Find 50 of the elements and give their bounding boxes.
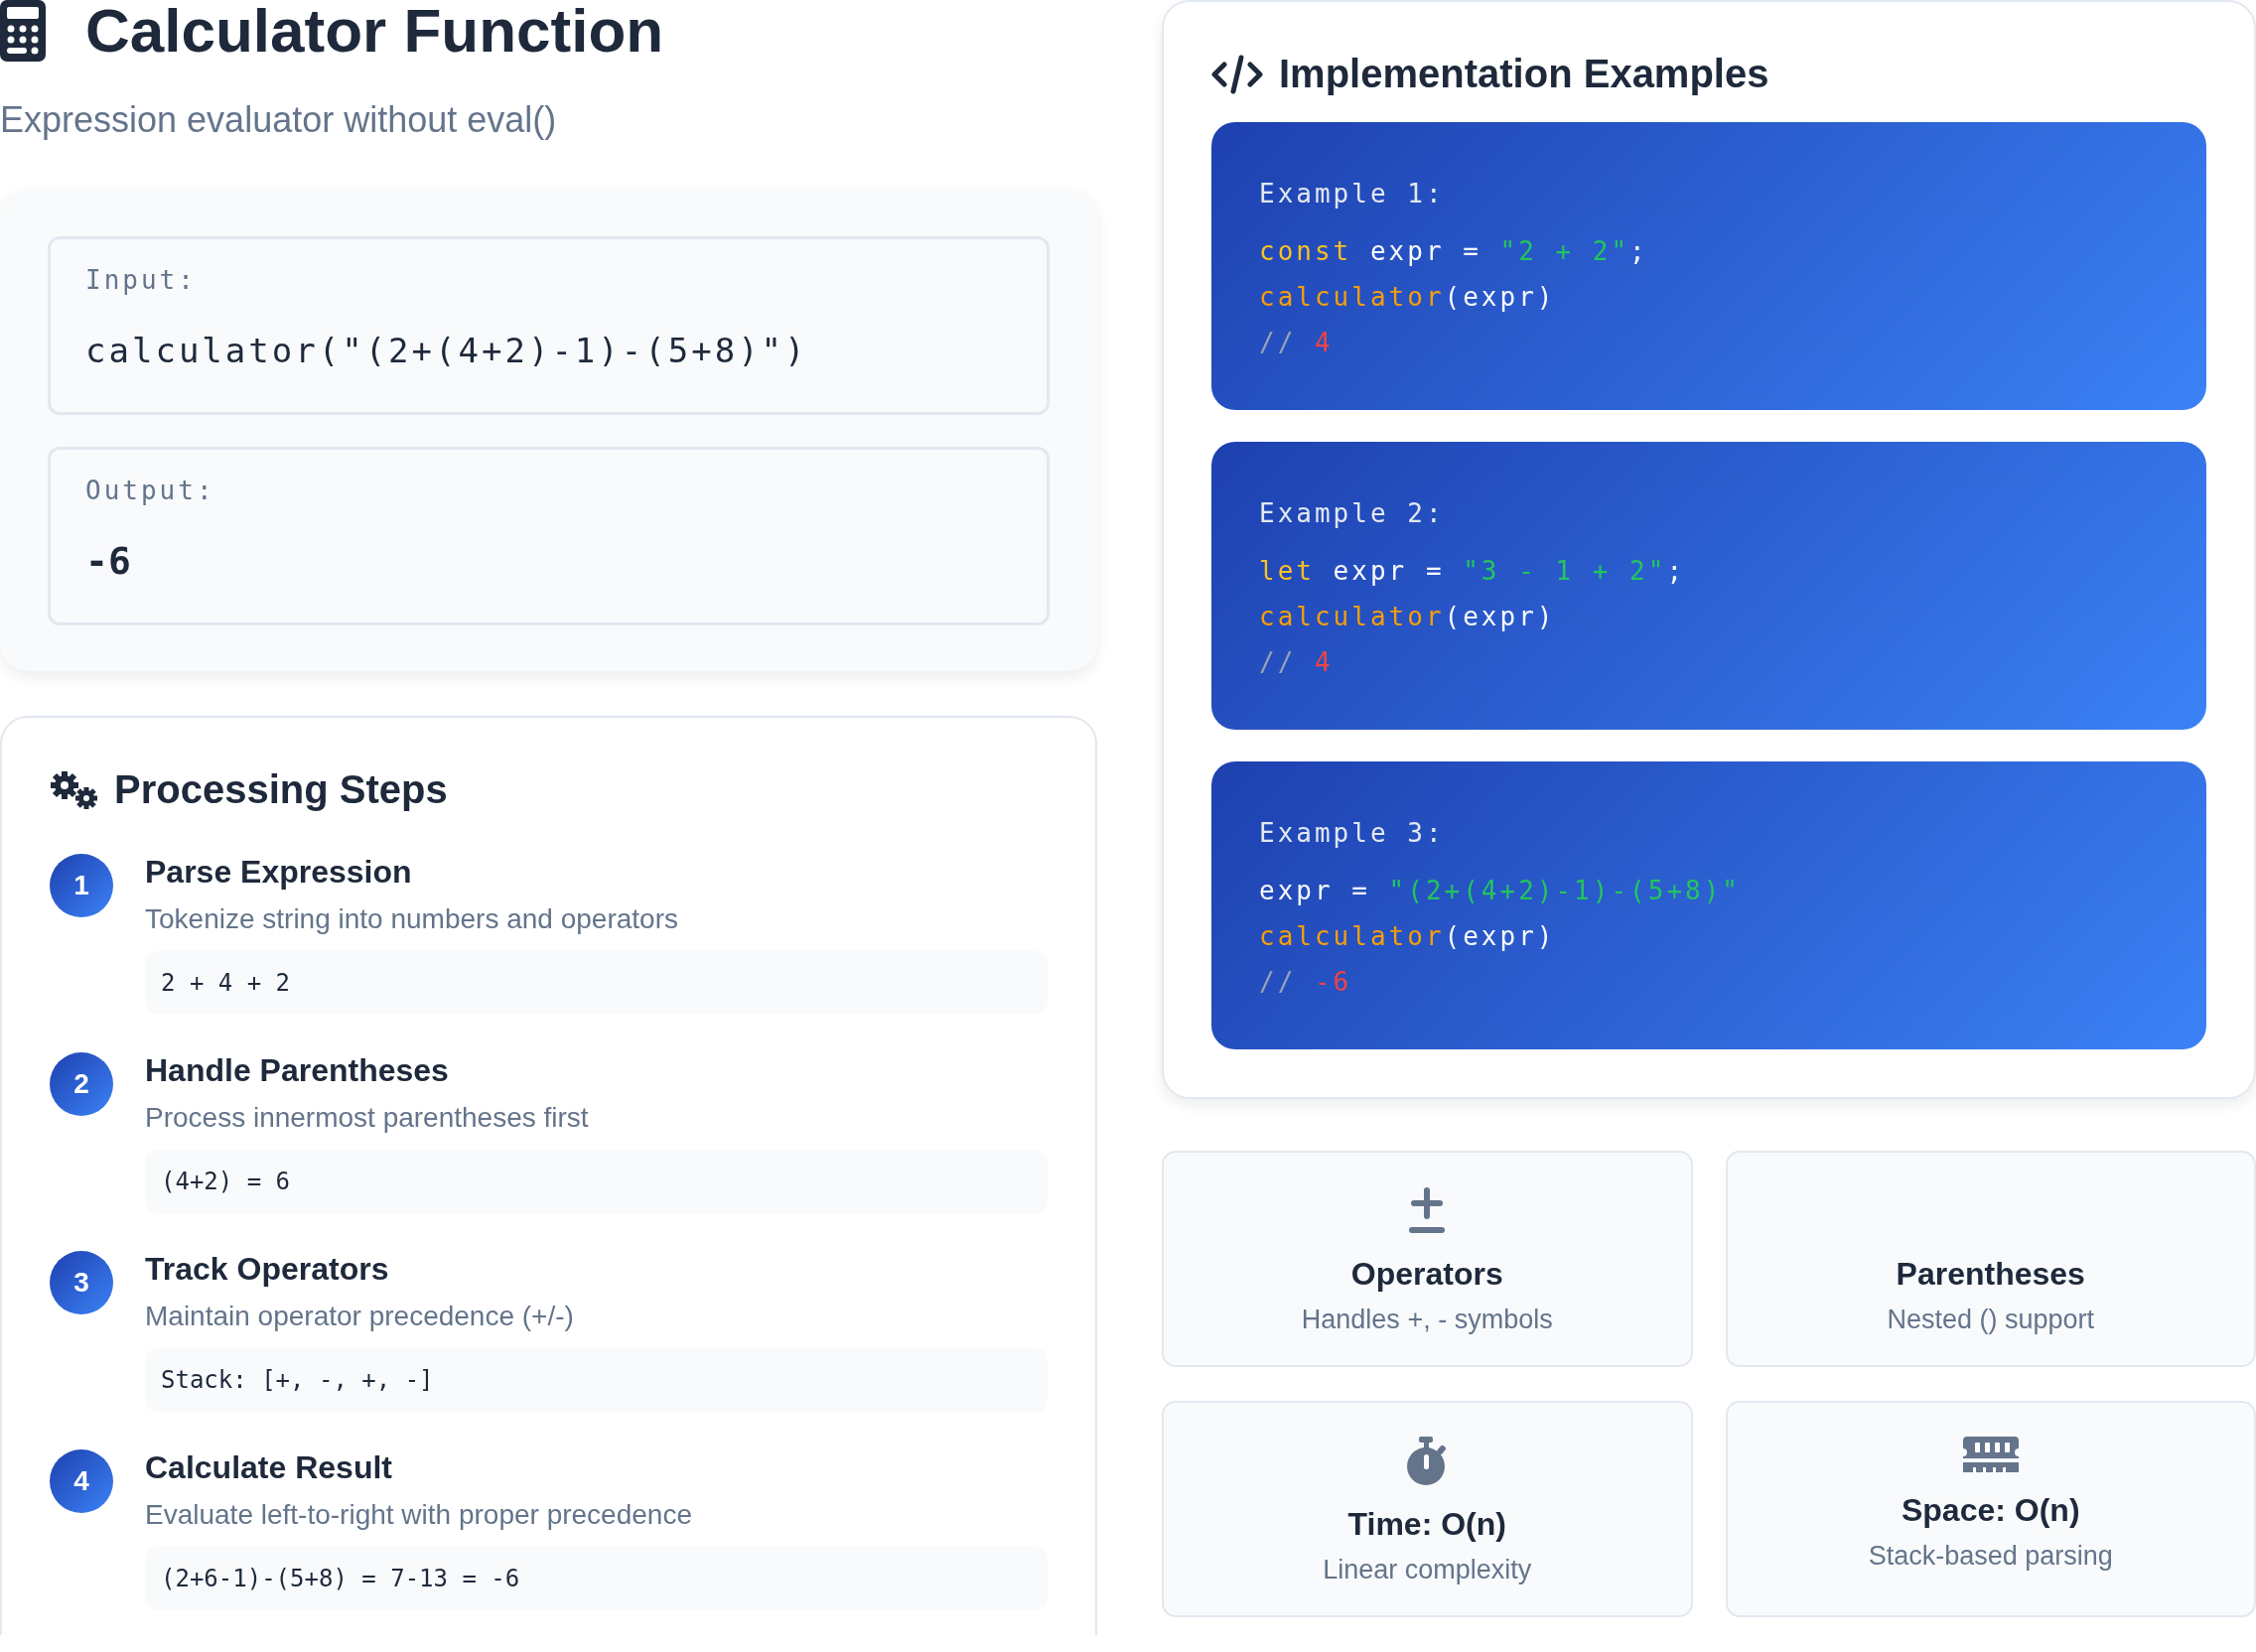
step-description: Process innermost parentheses first [145,1101,590,1135]
step-title: Parse Expression [145,853,413,892]
step-description: Tokenize string into numbers and operators [145,902,679,936]
feature-title: Parentheses [1896,1256,2085,1293]
example-label: Example 3: [1259,817,1446,849]
field-label: Input: [85,265,198,295]
code-icon [1211,54,1263,94]
step-number: 4 [50,1449,113,1513]
feature-description: Linear complexity [1323,1555,1532,1585]
step-title: Handle Parentheses [145,1051,450,1090]
page-title: Calculator Function [85,0,664,66]
step-title: Calculate Result [145,1448,393,1487]
example-label: Example 1: [1259,178,1446,209]
section-title: Processing Steps [114,767,448,812]
calculator-icon [0,0,46,62]
code-snippet: 2 + 4 + 2 [145,951,1048,1015]
field-label: Output: [85,476,216,505]
step-description: Evaluate left-to-right with proper precedence [145,1498,693,1532]
feature-title: Space: O(n) [1901,1492,2080,1529]
code-snippet: Stack: [+, -, +, -] [145,1348,1048,1412]
code-snippet: (4+2) = 6 [145,1150,1048,1213]
code-snippet: (2+6-1)-(5+8) = 7-13 = -6 [145,1547,1048,1610]
output-value: -6 [85,539,132,583]
plus-minus-icon [1408,1186,1447,1236]
code-line: calculator(expr) [1259,281,1557,313]
code-line: let expr = "3 - 1 + 2"; [1259,555,1687,587]
feature-title: Operators [1350,1256,1503,1293]
memory-chip-icon [1962,1437,2019,1472]
page-subtitle: Expression evaluator without eval() [0,99,558,141]
step-number: 2 [50,1052,113,1116]
code-line: // 4 [1259,327,1335,358]
stopwatch-icon [1406,1437,1449,1486]
gears-icon [50,769,99,810]
step-number: 3 [50,1251,113,1314]
code-line: calculator(expr) [1259,920,1557,952]
code-line: // 4 [1259,646,1335,678]
code-line: const expr = "2 + 2"; [1259,235,1649,267]
feature-title: Time: O(n) [1347,1506,1506,1543]
step-description: Maintain operator precedence (+/-) [145,1300,575,1333]
code-line: calculator(expr) [1259,601,1557,632]
input-value: calculator("(2+(4+2)-1)-(5+8)") [85,331,809,370]
code-line: expr = "(2+(4+2)-1)-(5+8)" [1259,875,1742,906]
step-number: 1 [50,854,113,917]
feature-description: Handles +, - symbols [1301,1305,1553,1335]
code-line: // -6 [1259,966,1353,998]
step-title: Track Operators [145,1250,390,1289]
feature-description: Nested () support [1887,1305,2095,1335]
section-title: Implementation Examples [1279,52,1769,96]
example-label: Example 2: [1259,497,1446,529]
feature-description: Stack-based parsing [1868,1541,2113,1572]
